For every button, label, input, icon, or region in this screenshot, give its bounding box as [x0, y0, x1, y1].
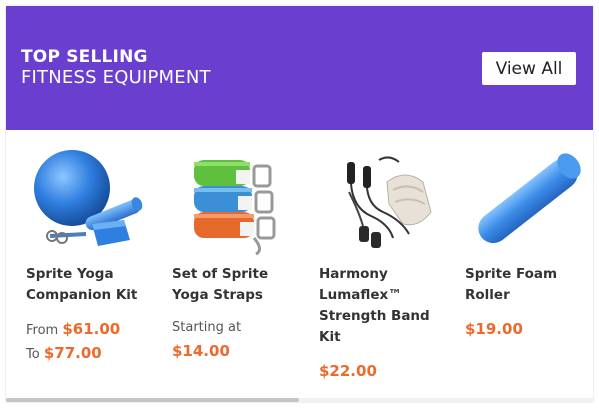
product-card[interactable]: Sprite Yoga Companion Kit From $61.00 To…: [26, 130, 156, 396]
price-line: $14.00: [172, 342, 230, 360]
price-value: $22.00: [319, 362, 377, 380]
price-from-line: From $61.00: [26, 320, 120, 338]
product-name-line[interactable]: Sprite Yoga: [26, 264, 154, 285]
horizontal-scrollbar[interactable]: [6, 398, 593, 402]
price-to-value: $77.00: [43, 344, 102, 362]
strength-band-image[interactable]: [319, 142, 447, 258]
widget-subtitle: FITNESS EQUIPMENT: [21, 67, 211, 88]
widget-title: TOP SELLING: [21, 47, 148, 67]
product-name-line[interactable]: Companion Kit: [26, 285, 154, 306]
foam-roller-image[interactable]: [465, 142, 593, 258]
price-value: $19.00: [465, 320, 523, 338]
product-name[interactable]: Harmony Lumaflex™ Strength Band Kit: [319, 264, 447, 348]
product-card[interactable]: Harmony Lumaflex™ Strength Band Kit $22.…: [319, 130, 449, 396]
scrollbar-thumb[interactable]: [6, 398, 299, 402]
price-prefix: Starting at: [172, 320, 242, 335]
product-name-line[interactable]: Sprite Foam: [465, 264, 593, 285]
product-card[interactable]: Sprite Foam Roller $19.00: [465, 130, 593, 396]
product-name-line[interactable]: Kit: [319, 327, 447, 348]
product-name-line[interactable]: Harmony: [319, 264, 447, 285]
price-value: $14.00: [172, 342, 230, 360]
product-name[interactable]: Sprite Yoga Companion Kit: [26, 264, 154, 306]
product-name-line[interactable]: Set of Sprite: [172, 264, 300, 285]
yoga-kit-image[interactable]: [26, 142, 154, 258]
price-line: $22.00: [319, 362, 377, 380]
price-to-label: To: [26, 347, 40, 362]
product-name[interactable]: Set of Sprite Yoga Straps: [172, 264, 300, 306]
product-name-line[interactable]: Yoga Straps: [172, 285, 300, 306]
product-name[interactable]: Sprite Foam Roller: [465, 264, 593, 306]
price-to-line: To $77.00: [26, 344, 102, 362]
product-card[interactable]: Set of Sprite Yoga Straps Starting at $1…: [172, 130, 302, 396]
product-name-line[interactable]: Strength Band: [319, 306, 447, 327]
top-selling-widget: TOP SELLING FITNESS EQUIPMENT View All S…: [6, 6, 593, 402]
price-from-value: $61.00: [62, 320, 121, 338]
product-name-line[interactable]: Lumaflex™: [319, 285, 447, 306]
price-line: $19.00: [465, 320, 523, 338]
widget-header: TOP SELLING FITNESS EQUIPMENT View All: [6, 6, 593, 130]
view-all-button[interactable]: View All: [482, 52, 576, 85]
product-name-line[interactable]: Roller: [465, 285, 593, 306]
yoga-straps-image[interactable]: [172, 142, 300, 258]
price-from-label: From: [26, 323, 59, 338]
